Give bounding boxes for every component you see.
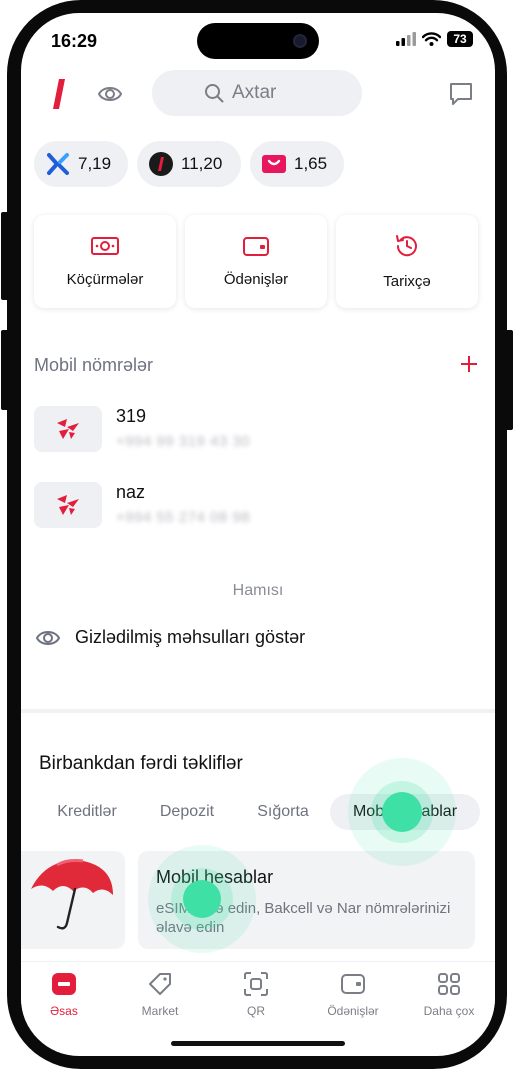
section-divider xyxy=(21,709,495,713)
history-label: Tarixçə xyxy=(383,273,431,290)
birbank-logo-icon[interactable] xyxy=(53,79,65,109)
mobile-number-value: +994 99 319 43 30 xyxy=(116,433,251,450)
chip-credits[interactable]: Kreditlər xyxy=(39,794,135,830)
crossing-arrows-icon xyxy=(47,153,69,175)
tab-payments-label: Ödənişlər xyxy=(327,1004,379,1018)
tab-qr-label: QR xyxy=(247,1004,265,1018)
transfers-label: Köçürmələr xyxy=(66,271,144,288)
balance-value: 7,19 xyxy=(78,154,112,173)
mobile-accounts-offer-card[interactable]: Mobil hesablar eSIM əldə edin, Bakcell v… xyxy=(138,851,475,949)
eye-icon xyxy=(35,630,61,645)
mobile-number-name: naz xyxy=(116,482,146,502)
bakcell-logo-icon xyxy=(34,406,102,452)
camera-icon xyxy=(293,34,307,48)
search-icon xyxy=(205,84,224,103)
balance-pill-2[interactable]: 11,20 xyxy=(137,141,241,187)
history-icon xyxy=(396,235,417,257)
tab-more[interactable]: Daha çox xyxy=(402,972,495,1018)
chip-deposit[interactable]: Depozit xyxy=(141,794,233,830)
eye-icon[interactable] xyxy=(97,81,123,107)
battery-indicator: 73 xyxy=(447,31,473,47)
tab-home-label: Əsas xyxy=(50,1004,78,1018)
tab-qr[interactable]: QR xyxy=(209,972,303,1018)
birbank-round-icon xyxy=(149,152,173,176)
balance-value: 11,20 xyxy=(181,154,223,173)
insurance-offer-card[interactable] xyxy=(21,851,125,949)
offers-title: Birbankdan fərdi təkliflər xyxy=(39,753,243,774)
tab-market-label: Market xyxy=(141,1004,179,1018)
balance-pill-3[interactable]: 1,65 xyxy=(250,141,344,187)
grid-icon xyxy=(438,973,460,995)
show-all-link[interactable]: Hamısı xyxy=(21,582,495,600)
bakcell-logo-icon xyxy=(34,482,102,528)
qr-scan-icon xyxy=(244,972,268,996)
chip-insurance[interactable]: Sığorta xyxy=(239,794,327,830)
mobile-number-row[interactable]: naz +994 55 274 08 98 xyxy=(34,482,474,530)
mobile-numbers-title: Mobil nömrələr xyxy=(34,355,154,375)
history-button[interactable]: Tarixçə xyxy=(336,215,478,308)
tab-payments[interactable]: Ödənişlər xyxy=(306,972,400,1018)
status-icons: 73 xyxy=(396,31,473,47)
wallet-icon xyxy=(243,237,269,256)
search-field[interactable] xyxy=(152,70,362,116)
phone-frame: 16:29 73 Axtar 7,19 11,20 1,65 Köçürmələ… xyxy=(0,0,514,1069)
mobile-number-value: +994 55 274 08 98 xyxy=(116,509,251,526)
balance-value: 1,65 xyxy=(294,154,328,173)
tab-more-label: Daha çox xyxy=(423,1004,475,1018)
chip-mobile-accounts[interactable]: Mobil hesablar xyxy=(330,794,480,830)
mobile-number-row[interactable]: 319 +994 99 319 43 30 xyxy=(34,406,474,454)
show-hidden-products-label: Gizlədilmiş məhsulları göstər xyxy=(75,627,306,647)
offer-card-title: Mobil hesablar xyxy=(156,867,274,887)
transfers-button[interactable]: Köçürmələr xyxy=(34,215,176,308)
home-indicator[interactable] xyxy=(171,1041,345,1046)
balance-pill-1[interactable]: 7,19 xyxy=(34,141,128,187)
umbrella-icon xyxy=(31,859,113,930)
dynamic-island xyxy=(197,23,319,59)
bottom-tab-bar: Əsas Market QR Ödənişlər Daha çox xyxy=(21,961,495,1027)
chat-bubble-icon[interactable] xyxy=(448,81,474,107)
mobile-number-name: 319 xyxy=(116,406,147,426)
show-hidden-products-button[interactable]: Gizlədilmiş məhsulları göstər xyxy=(35,627,305,648)
app-screen: 16:29 73 Axtar 7,19 11,20 1,65 Köçürmələ… xyxy=(21,13,495,1056)
wallet-icon xyxy=(341,974,365,994)
offer-card-description: eSIM əldə edin, Bakcell və Nar nömrələri… xyxy=(156,900,451,936)
search-input[interactable] xyxy=(232,82,310,104)
home-card-icon xyxy=(52,973,76,995)
tab-market[interactable]: Market xyxy=(113,972,207,1018)
tab-home[interactable]: Əsas xyxy=(21,972,111,1018)
add-number-plus-icon[interactable] xyxy=(459,354,479,374)
tag-icon xyxy=(149,973,171,995)
red-gift-icon xyxy=(262,155,286,173)
wifi-icon xyxy=(422,32,441,46)
status-time: 16:29 xyxy=(51,31,98,51)
payments-button[interactable]: Ödənişlər xyxy=(185,215,327,308)
money-transfer-icon xyxy=(91,237,119,255)
signal-icon xyxy=(396,32,416,46)
payments-label: Ödənişlər xyxy=(223,271,289,288)
